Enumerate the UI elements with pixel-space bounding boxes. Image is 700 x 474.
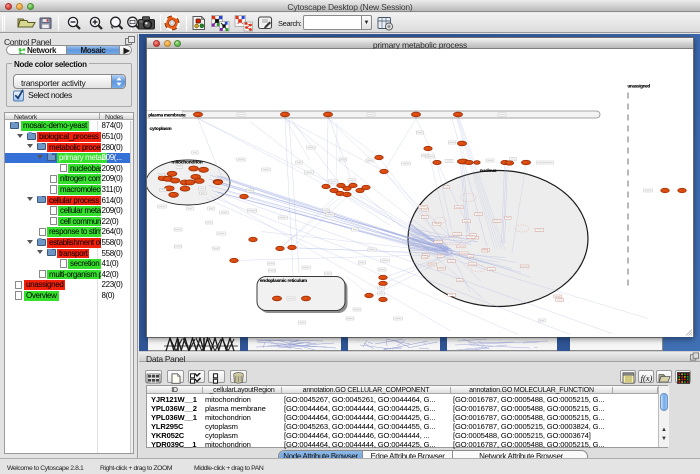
svg-text:cytoplasm: cytoplasm <box>150 126 172 132</box>
svg-text:endoplasmic reticulum: endoplasmic reticulum <box>260 278 307 283</box>
svg-text:plasma membrane: plasma membrane <box>148 113 186 118</box>
svg-text:f(x): f(x) <box>641 373 653 383</box>
svg-text:mitochondrion: mitochondrion <box>172 160 203 166</box>
svg-text:unassigned: unassigned <box>628 84 651 89</box>
svg-text:nucleus: nucleus <box>480 168 497 174</box>
